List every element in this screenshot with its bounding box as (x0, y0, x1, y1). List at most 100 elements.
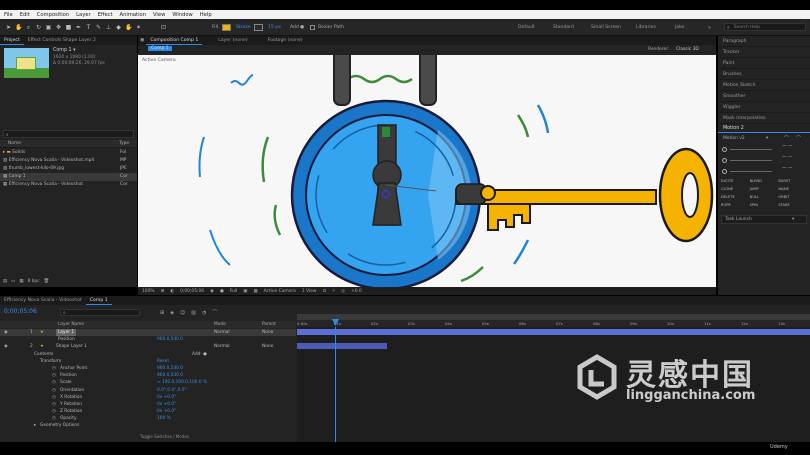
stopwatch-icon[interactable]: ◷ (52, 408, 56, 415)
col-type[interactable]: Type (119, 141, 129, 146)
panel-wiggler[interactable]: Wiggler (718, 102, 810, 113)
timeline-search[interactable]: ⌕ (60, 309, 140, 316)
slider-handle[interactable] (722, 147, 727, 152)
stroke-width[interactable]: 15 px (268, 25, 281, 30)
project-search[interactable]: ⌕ (3, 130, 134, 138)
tab-comp-1[interactable]: Comp 1 (85, 296, 112, 305)
name-button[interactable]: NAME (778, 187, 807, 191)
comp-flowchart-icon[interactable]: ⊞ (160, 310, 164, 316)
grid-icon[interactable]: ⊞ (161, 289, 165, 294)
layer-parent[interactable]: None (262, 329, 273, 336)
graph-icon[interactable]: ⌒ ⌒ (782, 167, 792, 173)
menu-window[interactable]: Window (172, 12, 192, 18)
transparency-icon[interactable]: ▦ (253, 289, 257, 294)
stroke-swatch[interactable] (254, 24, 263, 31)
zoom-tool-icon[interactable]: ⌕ (25, 24, 32, 31)
property-value[interactable]: 0x +0.0° (157, 394, 176, 401)
motion-blur-icon[interactable]: ◔ (202, 310, 206, 316)
magnification-value[interactable]: 100% (142, 289, 155, 294)
property-value[interactable]: Add: ● (192, 351, 207, 358)
task-launch-dropdown[interactable]: Task Launch ▾ (721, 215, 807, 224)
puppet-tool-icon[interactable]: ✶ (135, 24, 142, 31)
composition-viewer[interactable]: Active Camera (138, 55, 716, 287)
workspace-libraries[interactable]: Libraries (636, 25, 656, 30)
layer-row[interactable]: ◉ 2 ★ Shape Layer 1 Normal None (0, 343, 296, 350)
eraser-tool-icon[interactable]: ◆ (115, 24, 122, 31)
property-value[interactable]: 960.0,540.0 (157, 372, 183, 379)
col-layer-name[interactable]: Layer Name (58, 322, 84, 327)
property-row[interactable]: ▸ Geometry Options (0, 422, 296, 429)
rope-button[interactable]: ROPE (721, 203, 750, 207)
list-item[interactable]: ▥ Efficiency Nova Scalia - Videoshot.mp4… (0, 157, 137, 165)
rectangle-tool-icon[interactable]: ■ (65, 24, 72, 31)
layer-name[interactable]: Layer 1 (56, 329, 77, 337)
mask-icon[interactable]: ◐ (170, 289, 174, 294)
layer-parent[interactable]: None (262, 343, 273, 350)
tab-project[interactable]: Project (0, 36, 24, 45)
graph-editor-icon[interactable]: ⌒ (212, 309, 217, 316)
resolution-value[interactable]: Full (230, 289, 238, 294)
current-time-indicator[interactable] (335, 327, 336, 442)
exposure-value[interactable]: +0.0 (351, 289, 362, 294)
selection-tool-icon[interactable]: ➤ (5, 24, 12, 31)
views-value[interactable]: 1 View (302, 289, 317, 294)
panel-paragraph[interactable]: Paragraph (718, 36, 810, 47)
expand-arrow-icon[interactable]: ▸ (34, 422, 36, 429)
bpc-label[interactable]: 8 bpc (27, 279, 39, 284)
comp-name[interactable]: Comp 1 ▾ (53, 48, 76, 53)
search-help-box[interactable]: ⌕ Search Help (724, 23, 806, 31)
tab-effect-controls[interactable]: Effect Controls Shape Layer 2 (24, 36, 100, 45)
renderer-value[interactable]: Classic 3D (676, 47, 699, 52)
slider-handle[interactable] (722, 158, 727, 163)
stopwatch-icon[interactable]: ◷ (52, 379, 56, 386)
time-ruler[interactable]: 0:00s 01s 02s 03s 04s 05s 06s 07s 08s 09… (297, 320, 810, 327)
slider-handle[interactable] (722, 169, 727, 174)
menu-help[interactable]: Help (200, 12, 212, 18)
orbit-button[interactable]: ORBIT (778, 195, 807, 199)
camera-value[interactable]: Active Camera (264, 289, 296, 294)
channel-icon[interactable]: ● (220, 289, 224, 294)
bezier-checkbox[interactable] (310, 25, 315, 30)
tab-footage[interactable]: Footage (none) (264, 36, 307, 45)
stopwatch-icon[interactable]: ◷ (52, 401, 56, 408)
panel-paint[interactable]: Paint (718, 58, 810, 69)
property-value[interactable]: 0.0°,0.0°,0.0° (157, 387, 187, 394)
jump-button[interactable]: JUMP (750, 187, 779, 191)
layer-name[interactable]: Shape Layer 1 (56, 343, 87, 350)
stopwatch-icon[interactable]: ◷ (52, 372, 56, 379)
layer-row[interactable]: ◉ 1 ★ Layer 1 Normal None (0, 329, 296, 337)
panel-motion-sketch[interactable]: Motion Sketch (718, 80, 810, 91)
property-row[interactable]: ◷ Anchor Point 960.0,540.0 (0, 365, 296, 372)
timeline-current-time[interactable]: 0;00;05;06 (4, 308, 37, 315)
type-tool-icon[interactable]: T (85, 24, 92, 31)
region-icon[interactable]: ▣ (243, 289, 247, 294)
new-composition-icon[interactable]: ▦ (19, 279, 23, 284)
property-row[interactable]: ◷ Orientation 0.0°,0.0°,0.0° (0, 387, 296, 394)
frame-blend-icon[interactable]: ▥ (191, 310, 196, 316)
menu-effect[interactable]: Effect (98, 12, 113, 18)
trash-icon[interactable]: 🗑 (44, 279, 50, 284)
visibility-icon[interactable]: ◉ (4, 343, 8, 350)
list-item[interactable]: ▧ thumb_lowest-kilo-69.jpg JPE (0, 165, 137, 173)
null-button[interactable]: NULL (750, 195, 779, 199)
clone-button[interactable]: CLONE (721, 187, 750, 191)
list-item[interactable]: ▦ Efficiency Nova Scalia - Videoshot Cor (0, 181, 137, 189)
stare-button[interactable]: STARE (778, 203, 807, 207)
workspace-small-screen[interactable]: Small Screen (591, 25, 621, 30)
workspace-menu-icon[interactable]: » (708, 25, 711, 31)
graph-icon[interactable]: ⌒ ⌒ (782, 156, 792, 162)
layer-mode[interactable]: Normal (214, 343, 230, 350)
panel-smoother[interactable]: Smoother (718, 91, 810, 102)
property-row[interactable]: ◷ X Rotation 0x +0.0° (0, 394, 296, 401)
add-icon[interactable]: ● (300, 25, 304, 30)
menu-animation[interactable]: Animation (120, 12, 146, 18)
workspace-standard[interactable]: Standard (553, 25, 574, 30)
interpret-footage-icon[interactable]: ▤ (3, 279, 7, 284)
stroke-label[interactable]: Stroke (236, 25, 251, 30)
pen-tool-icon[interactable]: ✒ (75, 24, 82, 31)
property-row[interactable]: ◷ Opacity 100 % (0, 415, 296, 422)
blend-button[interactable]: BLEND (750, 179, 779, 183)
layer-1-bar[interactable] (297, 329, 810, 335)
panel-mask-interpolation[interactable]: Mask Interpolation (718, 113, 810, 124)
menu-composition[interactable]: Composition (37, 12, 69, 18)
